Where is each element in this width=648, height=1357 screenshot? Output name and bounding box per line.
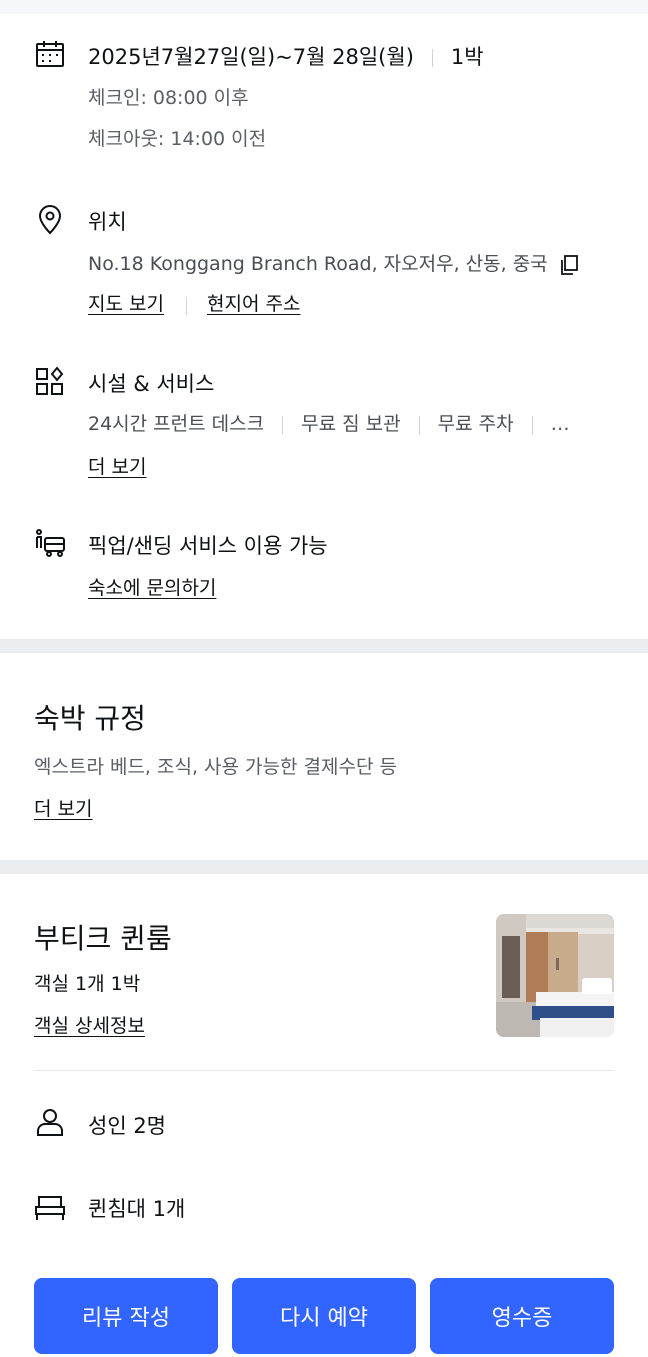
- person-icon: [34, 1106, 66, 1138]
- policy-more-link[interactable]: 더 보기: [34, 795, 92, 823]
- copy-icon[interactable]: [558, 254, 580, 276]
- facilities-icon: [34, 366, 66, 398]
- separator: [282, 415, 284, 434]
- write-review-button[interactable]: 리뷰 작성: [34, 1278, 218, 1354]
- room-detail-link[interactable]: 객실 상세정보: [34, 1012, 145, 1040]
- facility-item: 무료 짐 보관: [301, 413, 401, 435]
- contact-property-link[interactable]: 숙소에 문의하기: [88, 574, 216, 602]
- room-summary: 객실 1개 1박: [34, 973, 141, 995]
- top-band: [0, 0, 648, 14]
- stay-dates: 2025년7월27일(일)~7월 28일(월): [88, 45, 414, 69]
- location-title: 위치: [88, 210, 127, 234]
- calendar-icon: [34, 38, 66, 70]
- facility-item: 무료 주차: [437, 413, 514, 435]
- policy-title: 숙박 규정: [34, 702, 146, 735]
- bed-type: 퀸침대 1개: [88, 1197, 186, 1221]
- separator: [186, 297, 187, 315]
- location-address-line: No.18 Konggang Branch Road, 자오저우, 산동, 중국: [88, 250, 580, 278]
- facilities-list: 24시간 프런트 데스크 무료 짐 보관 무료 주차 …: [88, 410, 570, 438]
- stay-dates-line: 2025년7월27일(일)~7월 28일(월) 1박: [88, 42, 484, 72]
- more-ellipsis: …: [550, 413, 570, 435]
- separator: [531, 415, 533, 434]
- bed-icon: [34, 1192, 66, 1224]
- policy-subtitle: 엑스트라 베드, 조식, 사용 가능한 결제수단 등: [34, 756, 397, 778]
- rebook-button[interactable]: 다시 예약: [232, 1278, 416, 1354]
- checkin-time: 체크인: 08:00 이후: [88, 87, 249, 109]
- section-divider: [0, 860, 648, 874]
- facilities-more-link[interactable]: 더 보기: [88, 453, 146, 481]
- separator: [418, 415, 420, 434]
- room-divider-line: [34, 1070, 614, 1071]
- location-address: No.18 Konggang Branch Road, 자오저우, 산동, 중국: [88, 253, 548, 275]
- pickup-title: 픽업/샌딩 서비스 이용 가능: [88, 534, 328, 558]
- map-view-link[interactable]: 지도 보기: [88, 290, 164, 318]
- guest-count: 성인 2명: [88, 1114, 166, 1138]
- receipt-button[interactable]: 영수증: [430, 1278, 614, 1354]
- room-name: 부티크 퀸룸: [34, 922, 172, 955]
- map-pin-icon: [34, 204, 66, 236]
- local-address-link[interactable]: 현지어 주소: [207, 290, 300, 318]
- facility-item: 24시간 프런트 데스크: [88, 413, 265, 435]
- checkout-time: 체크아웃: 14:00 이전: [88, 128, 267, 150]
- facilities-title: 시설 & 서비스: [88, 372, 215, 396]
- room-photo[interactable]: [496, 914, 614, 1037]
- shuttle-icon: [34, 528, 66, 560]
- separator: [431, 49, 433, 67]
- section-divider: [0, 639, 648, 653]
- stay-nights: 1박: [450, 45, 484, 69]
